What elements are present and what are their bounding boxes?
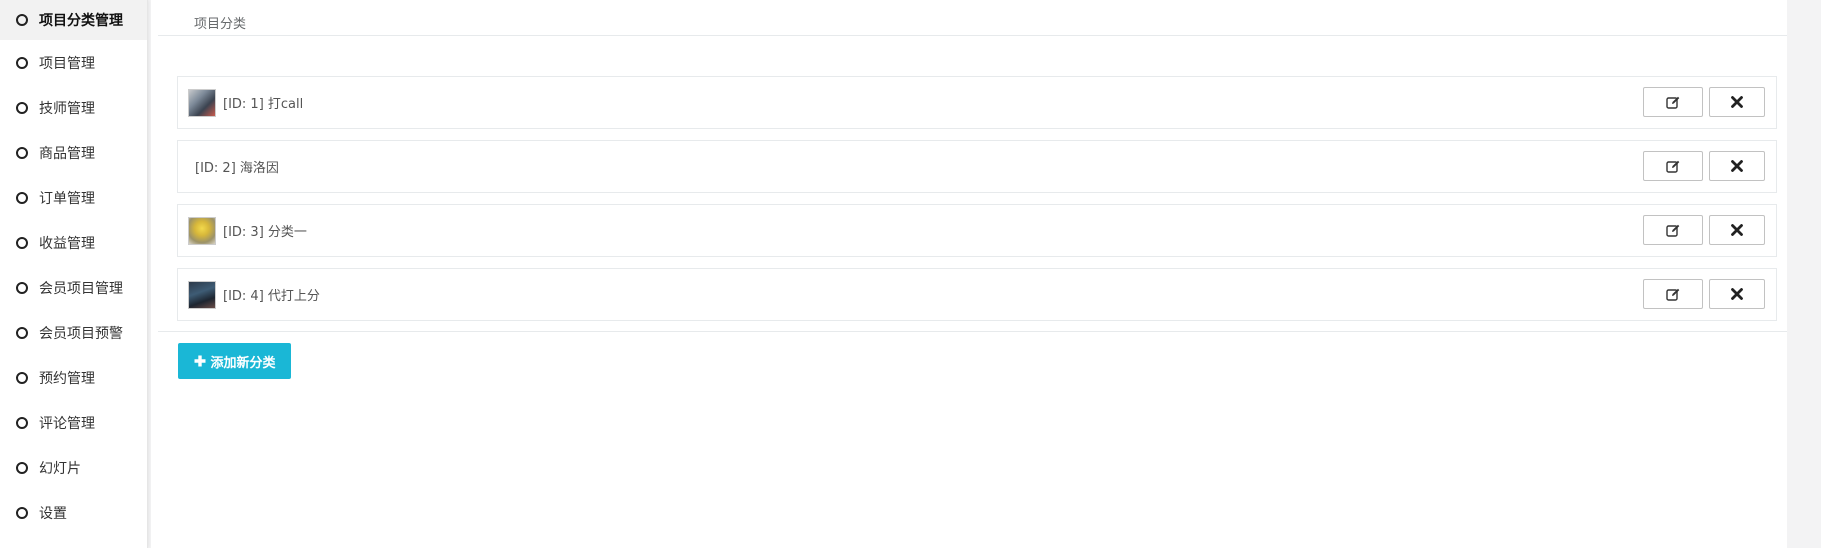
sidebar-item-technician-management[interactable]: 技师管理: [0, 85, 147, 130]
circle-icon: [16, 101, 28, 114]
tab-category[interactable]: 项目分类: [194, 13, 246, 32]
plus-icon: [193, 354, 207, 368]
category-row: [ID: 2] 海洛因: [177, 140, 1777, 193]
close-icon: [1731, 160, 1743, 172]
edit-button[interactable]: [1643, 279, 1703, 309]
sidebar-item-slideshow[interactable]: 幻灯片: [0, 445, 147, 490]
add-category-button[interactable]: 添加新分类: [178, 343, 291, 379]
edit-icon: [1666, 96, 1680, 109]
circle-icon: [16, 14, 28, 26]
sidebar-item-label: 设置: [39, 505, 67, 522]
list-divider: [158, 331, 1787, 332]
category-label: [ID: 3] 分类一: [223, 225, 307, 240]
sidebar-item-label: 会员项目预警: [39, 325, 123, 342]
sidebar-item-label: 项目分类管理: [39, 13, 123, 29]
close-icon: [1731, 224, 1743, 236]
edit-button[interactable]: [1643, 215, 1703, 245]
sidebar-item-label: 会员项目管理: [39, 280, 123, 297]
sidebar-item-label: 商品管理: [39, 145, 95, 162]
category-list: [ID: 1] 打call [ID: 2] 海洛因 [ID: 3] 分类一 [I…: [177, 76, 1777, 332]
sidebar-item-booking-management[interactable]: 预约管理: [0, 355, 147, 400]
main-panel: 项目分类 [ID: 1] 打call [ID: 2] 海洛因 [ID: 3] 分…: [151, 0, 1787, 548]
circle-icon: [16, 146, 28, 159]
circle-icon: [16, 371, 28, 384]
circle-icon: [16, 56, 28, 69]
sidebar-item-member-project-management[interactable]: 会员项目管理: [0, 265, 147, 310]
sidebar-item-product-management[interactable]: 商品管理: [0, 130, 147, 175]
sidebar-item-label: 项目管理: [39, 55, 95, 72]
delete-button[interactable]: [1709, 215, 1765, 245]
circle-icon: [16, 461, 28, 474]
category-thumbnail: [188, 88, 216, 117]
add-category-label: 添加新分类: [210, 355, 276, 371]
row-actions: [1643, 279, 1765, 309]
sidebar-item-settings[interactable]: 设置: [0, 490, 147, 535]
category-row: [ID: 1] 打call: [177, 76, 1777, 129]
circle-icon: [16, 506, 28, 519]
row-actions: [1643, 87, 1765, 117]
delete-button[interactable]: [1709, 87, 1765, 117]
edit-icon: [1666, 224, 1680, 237]
sidebar-item-label: 订单管理: [39, 190, 95, 207]
category-thumbnail: [188, 216, 216, 245]
category-row: [ID: 3] 分类一: [177, 204, 1777, 257]
sidebar-item-revenue-management[interactable]: 收益管理: [0, 220, 147, 265]
sidebar-item-label: 幻灯片: [39, 460, 81, 477]
delete-button[interactable]: [1709, 151, 1765, 181]
circle-icon: [16, 236, 28, 249]
circle-icon: [16, 281, 28, 294]
row-actions: [1643, 151, 1765, 181]
category-label: [ID: 1] 打call: [223, 97, 304, 112]
edit-button[interactable]: [1643, 151, 1703, 181]
close-icon: [1731, 96, 1743, 108]
category-label: [ID: 4] 代打上分: [223, 289, 320, 304]
circle-icon: [16, 416, 28, 429]
tab-divider: [158, 35, 1787, 36]
sidebar: 项目分类管理 项目管理 技师管理 商品管理 订单管理 收益管理 会员项目管理 会…: [0, 0, 148, 548]
sidebar-item-review-management[interactable]: 评论管理: [0, 400, 147, 445]
sidebar-item-label: 收益管理: [39, 235, 95, 252]
category-row: [ID: 4] 代打上分: [177, 268, 1777, 321]
sidebar-item-category-management[interactable]: 项目分类管理: [0, 0, 147, 40]
edit-icon: [1666, 288, 1680, 301]
sidebar-item-label: 预约管理: [39, 370, 95, 387]
circle-icon: [16, 191, 28, 204]
edit-button[interactable]: [1643, 87, 1703, 117]
close-icon: [1731, 288, 1743, 300]
sidebar-item-label: 技师管理: [39, 100, 95, 117]
category-thumbnail: [188, 280, 216, 309]
delete-button[interactable]: [1709, 279, 1765, 309]
row-actions: [1643, 215, 1765, 245]
sidebar-item-label: 评论管理: [39, 415, 95, 432]
sidebar-item-member-project-alert[interactable]: 会员项目预警: [0, 310, 147, 355]
category-label: [ID: 2] 海洛因: [195, 161, 279, 176]
sidebar-item-project-management[interactable]: 项目管理: [0, 40, 147, 85]
edit-icon: [1666, 160, 1680, 173]
circle-icon: [16, 326, 28, 339]
sidebar-item-order-management[interactable]: 订单管理: [0, 175, 147, 220]
